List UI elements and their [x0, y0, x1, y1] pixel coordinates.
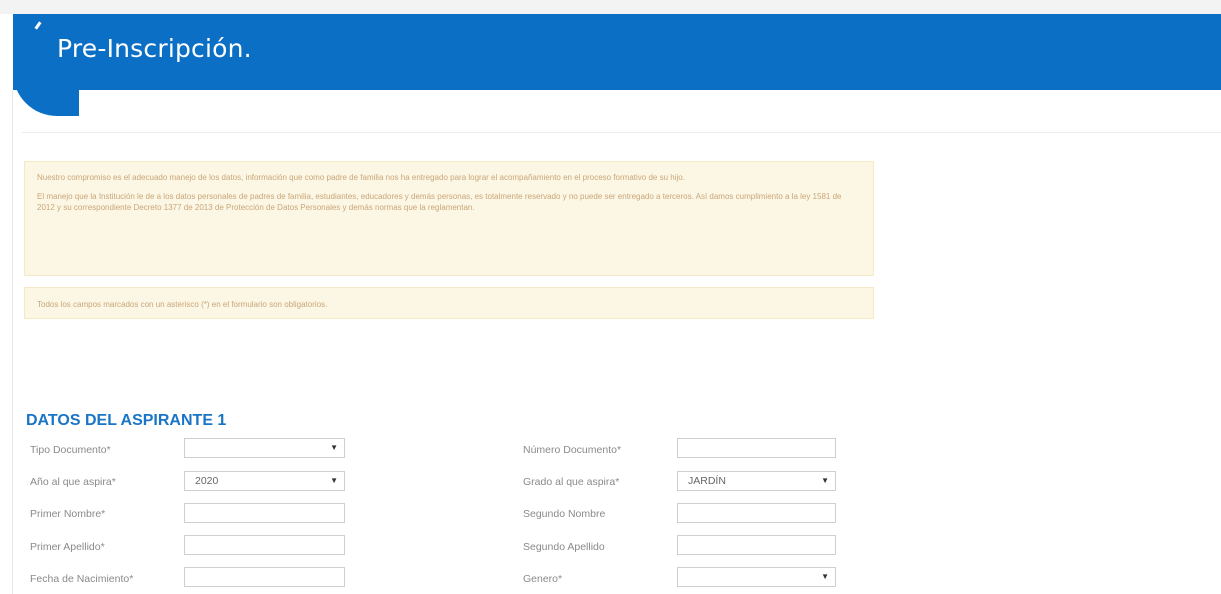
numero-documento-input[interactable]	[677, 438, 836, 458]
grado-select[interactable]: JARDÍN ▼	[677, 471, 836, 491]
anio-value: 2020	[195, 475, 219, 487]
chevron-down-icon: ▼	[330, 443, 338, 452]
fecha-nacimiento-input[interactable]	[184, 567, 345, 587]
segundo-apellido-label: Segundo Apellido	[523, 541, 605, 553]
primer-nombre-input[interactable]	[184, 503, 345, 523]
primer-apellido-label: Primer Apellido*	[30, 541, 105, 553]
genero-label: Genero*	[523, 573, 563, 585]
segundo-apellido-input[interactable]	[677, 535, 836, 555]
chevron-down-icon: ▼	[821, 476, 829, 485]
anio-label: Año al que aspira*	[30, 476, 116, 488]
segundo-nombre-label: Segundo Nombre	[523, 508, 606, 520]
numero-documento-label: Número Documento*	[523, 444, 622, 456]
required-fields-notice-text: Todos los campos marcados con un asteris…	[37, 300, 328, 309]
chevron-down-icon: ▼	[821, 572, 829, 581]
segundo-nombre-input[interactable]	[677, 503, 836, 523]
required-fields-notice: Todos los campos marcados con un asteris…	[24, 287, 874, 319]
chevron-down-icon: ▼	[330, 476, 338, 485]
top-strip	[0, 0, 1221, 14]
page-title: Pre-Inscripción.	[57, 34, 252, 63]
privacy-notice-paragraph-1: Nuestro compromiso es el adecuado manejo…	[37, 173, 685, 182]
tipo-documento-label: Tipo Documento*	[30, 444, 111, 456]
privacy-notice: Nuestro compromiso es el adecuado manejo…	[24, 161, 874, 276]
tipo-documento-select[interactable]: ▼	[184, 438, 345, 458]
anio-select[interactable]: 2020 ▼	[184, 471, 345, 491]
primer-nombre-label: Primer Nombre*	[30, 508, 106, 520]
fecha-nacimiento-label: Fecha de Nacimiento*	[30, 573, 134, 585]
section-title: DATOS DEL ASPIRANTE 1	[26, 412, 227, 429]
header-separator	[22, 132, 1221, 133]
primer-apellido-input[interactable]	[184, 535, 345, 555]
grado-label: Grado al que aspira*	[523, 476, 620, 488]
header-banner-tab	[13, 60, 79, 116]
left-divider	[12, 90, 13, 594]
grado-value: JARDÍN	[688, 475, 726, 487]
genero-select[interactable]: ▼	[677, 567, 836, 587]
privacy-notice-paragraph-2: El manejo que la Institución le de a los…	[37, 192, 842, 212]
